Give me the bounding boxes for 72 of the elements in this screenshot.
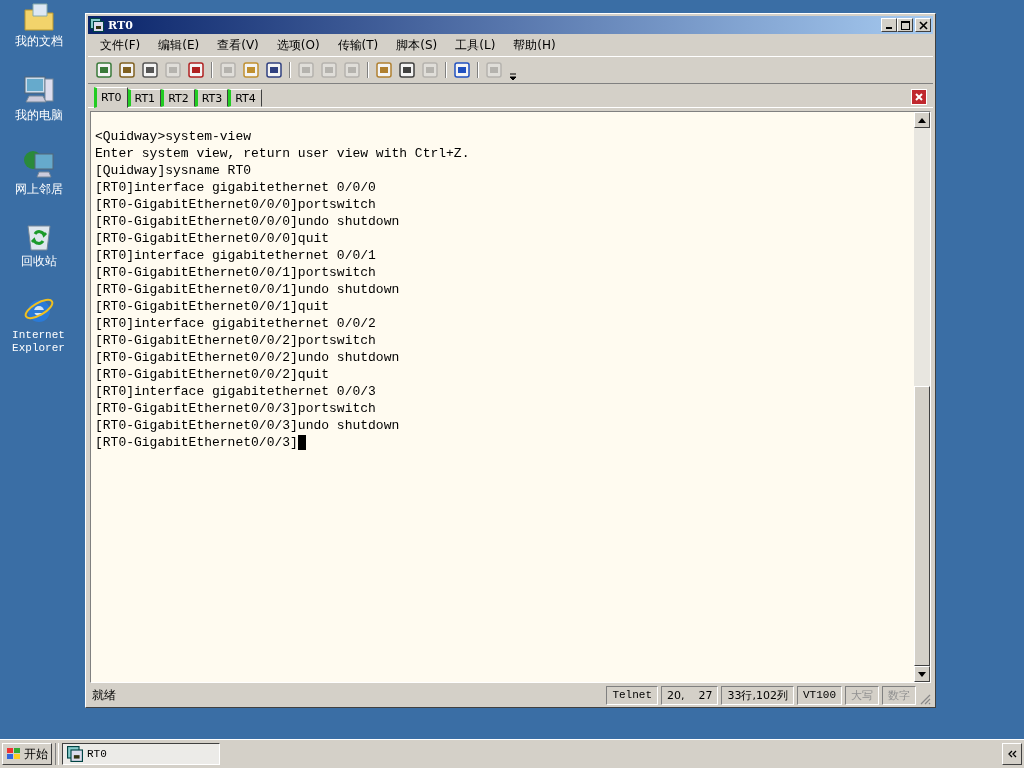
scroll-down-button[interactable] (914, 666, 930, 682)
desktop-icon-label[interactable]: 我的电脑 (14, 109, 63, 122)
terminal-line: [RT0-GigabitEthernet0/0/0]quit (95, 230, 330, 247)
double-chevron-icon (1007, 750, 1017, 758)
session-tab[interactable]: RT1 (127, 89, 162, 107)
menu-item[interactable]: 选项(O) (276, 36, 320, 54)
session-tab[interactable]: RT2 (161, 89, 195, 107)
menu-item[interactable]: 文件(F) (100, 36, 141, 54)
terminal-line: [RT0]interface gigabitethernet 0/0/0 (95, 179, 376, 196)
caps-lock-indicator: 大写 (845, 685, 879, 705)
terminal-line: [RT0-GigabitEthernet0/0/2]portswitch (95, 332, 376, 349)
close-button[interactable] (915, 18, 931, 32)
desktop-icon-label[interactable]: 回收站 (20, 255, 57, 268)
terminal-line: Enter system view, return user view with Ctrl+Z. (95, 145, 470, 162)
session-tab[interactable]: RT4 (228, 89, 262, 107)
terminal-line: <Quidway>system-view (95, 128, 252, 145)
terminal-line: [Quidway]sysname RT0 (95, 162, 252, 179)
menu-item[interactable]: 工具(L) (455, 36, 496, 54)
terminal-line: [RT0-GigabitEthernet0/0/0]undo shutdown (95, 213, 400, 230)
desktop-icon-label[interactable]: Internet Explorer (6, 329, 71, 355)
terminal-line: [RT0-GigabitEthernet0/0/3]portswitch (95, 400, 376, 417)
scroll-up-button[interactable] (914, 112, 930, 128)
terminal-app-icon (67, 746, 83, 762)
menu-item[interactable]: 查看(V) (217, 36, 259, 54)
minimize-button[interactable] (881, 18, 897, 32)
desktop-icon-label[interactable]: 网上邻居 (14, 183, 63, 196)
cursor-column: 27 (698, 687, 713, 703)
terminal-line: [RT0]interface gigabitethernet 0/0/2 (95, 315, 376, 332)
tray-expand-button[interactable] (1002, 743, 1022, 765)
vertical-scrollbar[interactable] (914, 112, 930, 682)
session-tab[interactable]: RT3 (194, 89, 229, 107)
cursor-row: 20, (667, 687, 685, 703)
menu-item[interactable]: 传输(T) (337, 36, 379, 54)
menu-item[interactable]: 帮助(H) (513, 36, 556, 54)
close-icon (918, 20, 928, 30)
text-cursor (297, 435, 306, 450)
num-lock-indicator: 数字 (882, 685, 916, 705)
terminal-line: [RT0-GigabitEthernet0/0/3]undo shutdown (95, 417, 400, 434)
terminal-line: [RT0]interface gigabitethernet 0/0/3 (95, 383, 376, 400)
maximize-button[interactable] (897, 18, 913, 32)
up-arrow-icon (918, 117, 926, 123)
terminal-app-icon (90, 18, 104, 32)
close-tab-button[interactable] (911, 89, 927, 105)
menu-item[interactable]: 脚本(S) (396, 36, 438, 54)
session-tab[interactable]: RT0 (94, 87, 128, 108)
scroll-thumb[interactable] (914, 386, 930, 666)
computer-icon[interactable] (22, 74, 55, 106)
terminal-line: [RT0-GigabitEthernet0/0/1]quit (95, 298, 330, 315)
terminal-line: [RT0-GigabitEthernet0/0/2]quit (95, 366, 330, 383)
terminal-line: [RT0-GigabitEthernet0/0/0]portswitch (95, 196, 376, 213)
maximize-icon (900, 20, 910, 30)
terminal-line: [RT0-GigabitEthernet0/0/3] (95, 434, 298, 451)
taskbar-button[interactable]: RT0 (62, 743, 220, 765)
network-computer-icon[interactable] (22, 148, 55, 180)
terminal-size: 33行,102列 (721, 685, 794, 705)
protocol-indicator: Telnet (606, 685, 658, 705)
down-arrow-icon (918, 671, 926, 677)
resize-grip-icon[interactable] (919, 693, 931, 705)
start-button[interactable]: 开始 (2, 743, 52, 765)
terminal-line: [RT0-GigabitEthernet0/0/1]portswitch (95, 264, 376, 281)
windows-logo-icon (6, 747, 22, 761)
close-icon (914, 92, 924, 102)
recycle-bin-icon[interactable] (24, 222, 53, 252)
toolbar-overflow-icon[interactable] (509, 71, 517, 81)
desktop-icon-label[interactable]: 我的文档 (14, 35, 63, 48)
terminal-line: [RT0-GigabitEthernet0/0/2]undo shutdown (95, 349, 400, 366)
terminal-line: [RT0-GigabitEthernet0/0/1]undo shutdown (95, 281, 400, 298)
menu-item[interactable]: 编辑(E) (158, 36, 200, 54)
window-title: RT0 (108, 18, 134, 32)
terminal-line: [RT0]interface gigabitethernet 0/0/1 (95, 247, 376, 264)
emulation-indicator: VT100 (797, 685, 842, 705)
status-message: 就绪 (91, 686, 117, 704)
